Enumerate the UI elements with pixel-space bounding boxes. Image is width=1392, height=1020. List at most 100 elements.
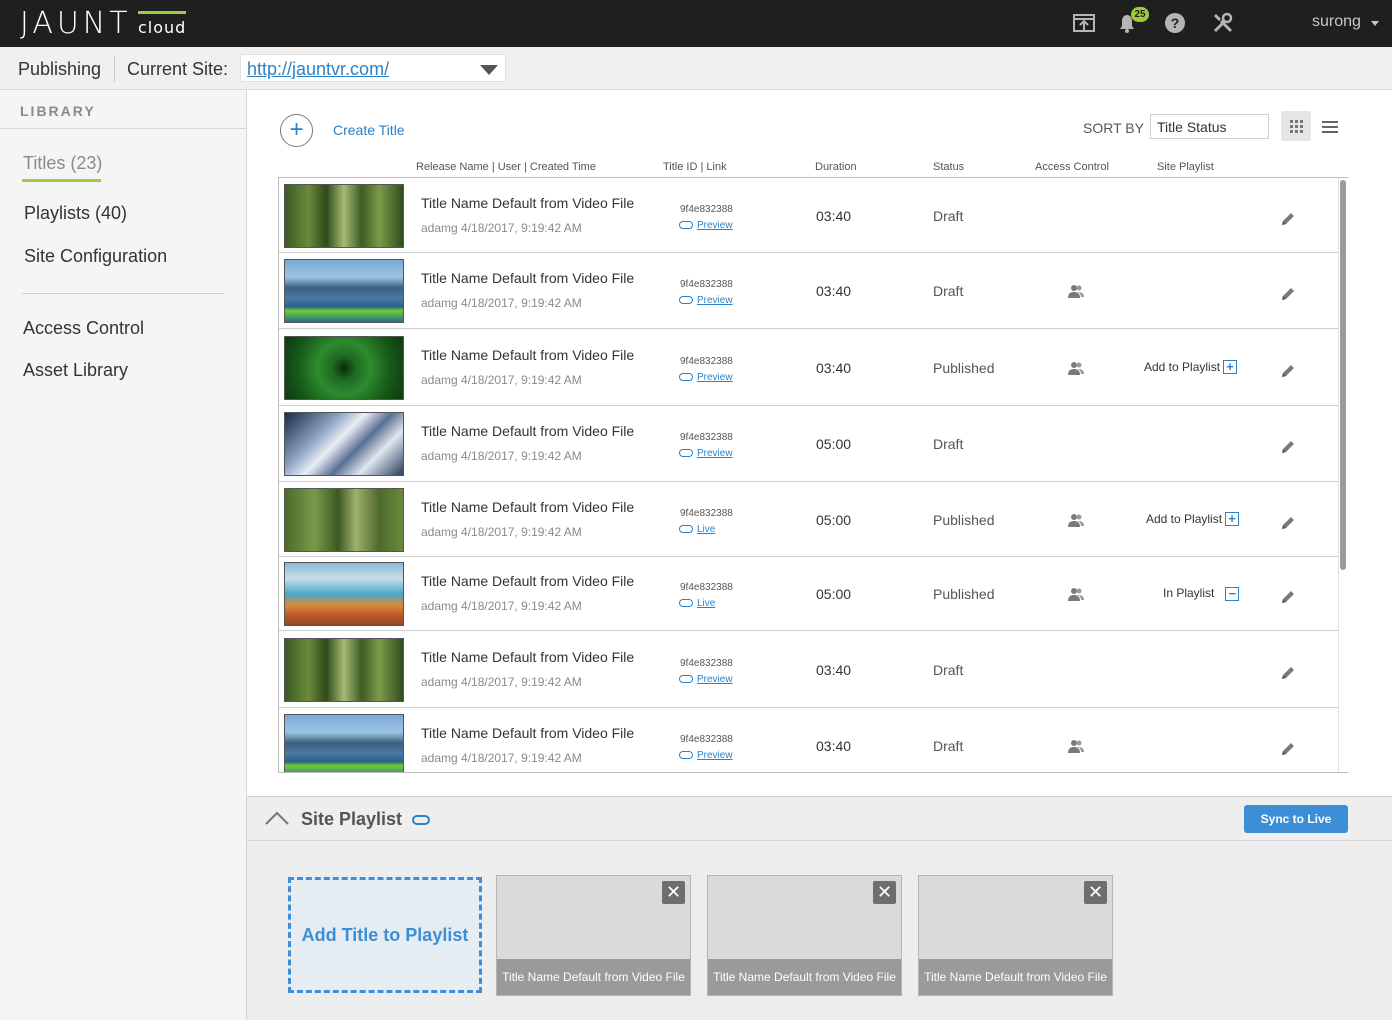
grid-view-button[interactable] bbox=[1281, 111, 1311, 141]
table-row[interactable]: Title Name Default from Video File adamg … bbox=[279, 557, 1339, 631]
upload-icon[interactable] bbox=[1072, 11, 1096, 35]
add-to-playlist-button[interactable]: Add to Playlist + bbox=[1146, 512, 1240, 527]
row-status: Published bbox=[933, 586, 995, 602]
row-title[interactable]: Title Name Default from Video File bbox=[421, 270, 634, 286]
playlist-card-caption: Title Name Default from Video File bbox=[919, 959, 1112, 995]
row-title[interactable]: Title Name Default from Video File bbox=[421, 347, 634, 363]
chevron-up-icon[interactable] bbox=[265, 811, 289, 825]
scrollbar-thumb[interactable] bbox=[1340, 180, 1346, 570]
table-row[interactable]: Title Name Default from Video File adamg … bbox=[279, 253, 1339, 329]
in-playlist-toggle[interactable]: In Playlist − bbox=[1163, 586, 1240, 601]
sidebar-item-access-control[interactable]: Access Control bbox=[23, 318, 144, 339]
row-link[interactable]: Preview bbox=[679, 372, 733, 383]
row-link[interactable]: Preview bbox=[679, 448, 733, 459]
current-site-link[interactable]: http://jauntvr.com/ bbox=[247, 59, 389, 80]
close-icon[interactable]: ✕ bbox=[873, 881, 896, 904]
access-control-icon[interactable] bbox=[1068, 739, 1084, 753]
row-title-id: 9f4e832388 bbox=[680, 582, 733, 593]
video-thumbnail[interactable] bbox=[284, 562, 404, 626]
table-row[interactable]: Title Name Default from Video File adamg … bbox=[279, 631, 1339, 708]
sidebar-item-asset-library[interactable]: Asset Library bbox=[23, 360, 128, 381]
sync-to-live-button[interactable]: Sync to Live bbox=[1244, 805, 1348, 833]
plus-icon[interactable]: + bbox=[1223, 360, 1238, 375]
video-thumbnail[interactable] bbox=[284, 412, 404, 476]
tools-icon[interactable] bbox=[1211, 11, 1235, 35]
video-thumbnail[interactable] bbox=[284, 637, 404, 702]
video-thumbnail[interactable] bbox=[284, 487, 404, 552]
divider bbox=[114, 56, 115, 82]
minus-icon[interactable]: − bbox=[1225, 586, 1240, 601]
video-thumbnail[interactable] bbox=[284, 183, 404, 248]
user-menu[interactable]: surong bbox=[1312, 13, 1361, 31]
pencil-icon[interactable] bbox=[1279, 210, 1297, 228]
column-header-title-id[interactable]: Title ID | Link bbox=[663, 161, 727, 173]
row-link[interactable]: Preview bbox=[679, 750, 733, 761]
playlist-card-caption: Title Name Default from Video File bbox=[708, 959, 901, 995]
video-thumbnail[interactable] bbox=[284, 259, 404, 323]
row-link[interactable]: Preview bbox=[679, 295, 733, 306]
row-title[interactable]: Title Name Default from Video File bbox=[421, 423, 634, 439]
playlist-card[interactable]: ✕ Title Name Default from Video File bbox=[918, 875, 1113, 996]
row-meta: adamg 4/18/2017, 9:19:42 AM bbox=[421, 372, 582, 387]
row-title[interactable]: Title Name Default from Video File bbox=[421, 573, 634, 589]
add-title-to-playlist-dropzone[interactable]: Add Title to Playlist bbox=[288, 877, 482, 993]
link-icon[interactable] bbox=[412, 815, 430, 825]
sidebar-item-site-configuration[interactable]: Site Configuration bbox=[24, 246, 167, 267]
row-link[interactable]: Live bbox=[679, 598, 715, 609]
help-icon[interactable]: ? bbox=[1163, 11, 1187, 35]
pencil-icon[interactable] bbox=[1279, 438, 1297, 456]
table-row[interactable]: Title Name Default from Video File adamg … bbox=[279, 329, 1339, 406]
playlist-card[interactable]: ✕ Title Name Default from Video File bbox=[707, 875, 902, 996]
pencil-icon[interactable] bbox=[1279, 740, 1297, 758]
pencil-icon[interactable] bbox=[1279, 362, 1297, 380]
column-header-site-playlist[interactable]: Site Playlist bbox=[1157, 161, 1214, 173]
list-view-button[interactable] bbox=[1321, 118, 1339, 134]
add-to-playlist-button[interactable]: Add to Playlist + bbox=[1144, 360, 1238, 375]
row-link[interactable]: Live bbox=[679, 524, 715, 535]
access-control-icon[interactable] bbox=[1068, 513, 1084, 527]
row-meta: adamg 4/18/2017, 9:19:42 AM bbox=[421, 449, 582, 463]
column-header-access-control[interactable]: Access Control bbox=[1035, 161, 1109, 173]
sidebar-item-playlists[interactable]: Playlists (40) bbox=[24, 203, 127, 224]
table-row[interactable]: Title Name Default from Video File adamg … bbox=[279, 482, 1339, 557]
sort-by-field[interactable] bbox=[1150, 114, 1269, 139]
pencil-icon[interactable] bbox=[1279, 664, 1297, 682]
close-icon[interactable]: ✕ bbox=[1084, 881, 1107, 904]
row-title[interactable]: Title Name Default from Video File bbox=[421, 725, 634, 741]
create-title-link[interactable]: Create Title bbox=[333, 122, 405, 138]
row-title-id: 9f4e832388 bbox=[680, 657, 733, 669]
row-link[interactable]: Preview bbox=[679, 220, 733, 231]
current-site-select[interactable]: http://jauntvr.com/ bbox=[240, 54, 506, 82]
column-header-status[interactable]: Status bbox=[933, 161, 964, 173]
chevron-down-icon[interactable] bbox=[480, 65, 498, 75]
access-control-icon[interactable] bbox=[1068, 587, 1084, 601]
row-title[interactable]: Title Name Default from Video File bbox=[421, 649, 634, 665]
grid-icon bbox=[1290, 120, 1303, 133]
column-header-duration[interactable]: Duration bbox=[815, 161, 857, 173]
pencil-icon[interactable] bbox=[1279, 514, 1297, 532]
pencil-icon[interactable] bbox=[1279, 588, 1297, 606]
column-header-release[interactable]: Release Name | User | Created Time bbox=[416, 161, 596, 173]
row-duration: 03:40 bbox=[816, 661, 852, 678]
section-title: Publishing bbox=[18, 59, 102, 79]
table-row[interactable]: Title Name Default from Video File adamg … bbox=[279, 178, 1339, 253]
row-link[interactable]: Preview bbox=[679, 674, 733, 685]
row-title[interactable]: Title Name Default from Video File bbox=[421, 499, 634, 515]
create-title-button[interactable]: + bbox=[280, 114, 313, 147]
sidebar-item-titles[interactable]: Titles (23) bbox=[23, 153, 102, 174]
close-icon[interactable]: ✕ bbox=[662, 881, 685, 904]
plus-icon[interactable]: + bbox=[1225, 512, 1240, 527]
table-row[interactable]: Title Name Default from Video File adamg … bbox=[279, 406, 1339, 482]
playlist-card[interactable]: ✕ Title Name Default from Video File bbox=[496, 875, 691, 996]
table-row[interactable]: Title Name Default from Video File adamg … bbox=[279, 708, 1339, 772]
row-status: Published bbox=[933, 359, 995, 376]
caret-down-icon[interactable] bbox=[1371, 21, 1379, 26]
library-sidebar: LIBRARY Titles (23) Playlists (40) Site … bbox=[0, 90, 247, 1020]
jaunt-logo[interactable]: JAUNT bbox=[20, 6, 132, 41]
video-thumbnail[interactable] bbox=[284, 335, 404, 400]
pencil-icon[interactable] bbox=[1279, 285, 1297, 303]
video-thumbnail[interactable] bbox=[284, 714, 404, 772]
row-title[interactable]: Title Name Default from Video File bbox=[421, 195, 634, 211]
access-control-icon[interactable] bbox=[1068, 361, 1084, 375]
access-control-icon[interactable] bbox=[1068, 284, 1084, 298]
